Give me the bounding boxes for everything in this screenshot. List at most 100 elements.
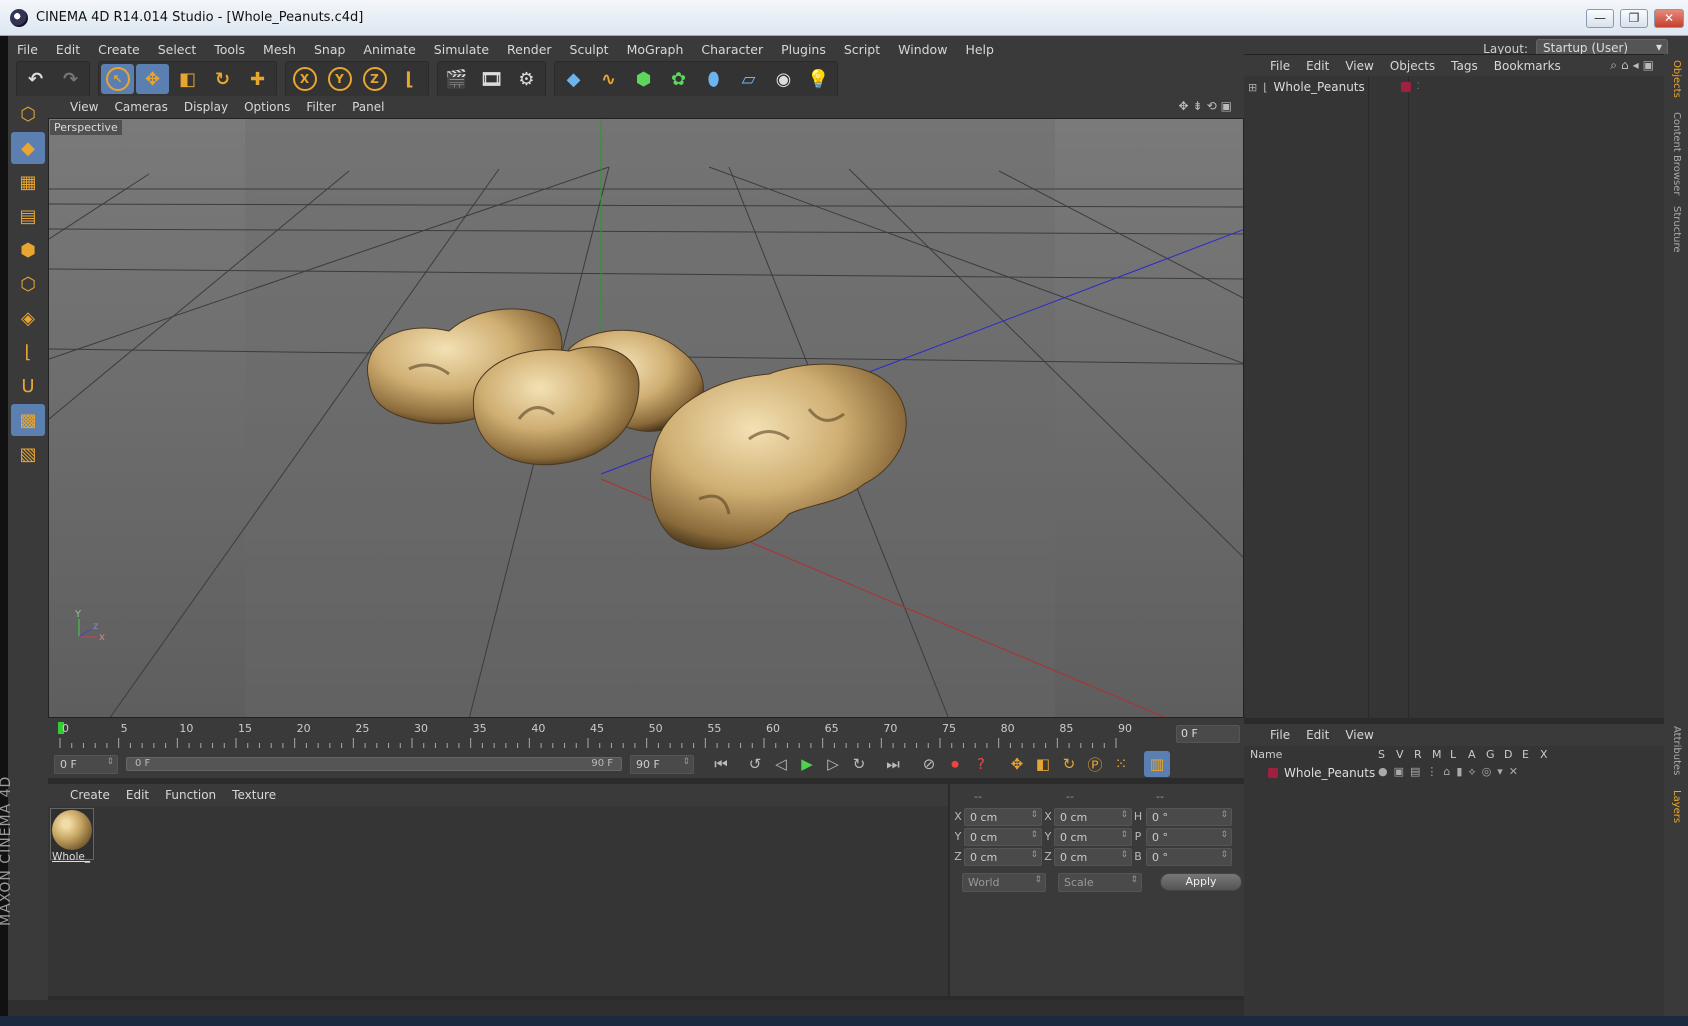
menu-window[interactable]: Window <box>889 42 956 57</box>
play-icon[interactable]: ▶ <box>794 751 820 777</box>
previous-key-icon[interactable]: ↺ <box>742 751 768 777</box>
key-pla-icon[interactable]: ⁙ <box>1108 751 1134 777</box>
objects-menu-edit[interactable]: Edit <box>1298 59 1337 73</box>
menu-render[interactable]: Render <box>498 42 561 57</box>
go-to-start-icon[interactable]: ⏮ <box>708 751 734 777</box>
layer-name[interactable]: Whole_Peanuts <box>1284 766 1375 780</box>
material-menu-texture[interactable]: Texture <box>224 788 284 802</box>
current-frame-field[interactable]: 0 F <box>1176 725 1240 743</box>
expand-icon[interactable]: ⊞ <box>1248 81 1257 94</box>
maximize-button[interactable]: ❐ <box>1620 9 1648 28</box>
object-name[interactable]: Whole_Peanuts <box>1274 80 1365 94</box>
go-to-end-icon[interactable]: ⏭ <box>880 751 906 777</box>
position-y-field[interactable]: 0 cm <box>964 828 1042 846</box>
menu-file[interactable]: File <box>8 42 47 57</box>
keyframe-selection-icon[interactable]: ? <box>968 751 994 777</box>
points-mode-icon[interactable]: ⬢ <box>11 234 45 266</box>
recent-tool-icon[interactable]: ✚ <box>241 64 274 94</box>
next-frame-icon[interactable]: ▷ <box>820 751 846 777</box>
menu-mograph[interactable]: MoGraph <box>618 42 693 57</box>
redo-icon[interactable]: ↷ <box>54 64 87 94</box>
objects-menu-file[interactable]: File <box>1244 59 1298 73</box>
move-tool-icon[interactable]: ✥ <box>136 64 169 94</box>
rotation-b-field[interactable]: 0 ° <box>1146 848 1232 866</box>
deformer-icon[interactable]: ⬮ <box>697 64 730 94</box>
y-axis-lock-icon[interactable]: Y <box>323 64 356 94</box>
floor-icon[interactable]: ▱ <box>732 64 765 94</box>
scale-tool-icon[interactable]: ◧ <box>171 64 204 94</box>
model-mode-icon[interactable]: ◆ <box>11 132 45 164</box>
rotate-tool-icon[interactable]: ↻ <box>206 64 239 94</box>
position-x-field[interactable]: 0 cm <box>964 808 1042 826</box>
z-axis-lock-icon[interactable]: Z <box>358 64 391 94</box>
side-tab-content-browser[interactable]: Content Browser <box>1671 112 1682 195</box>
close-button[interactable]: ✕ <box>1654 9 1684 28</box>
coord-mode-dropdown[interactable]: World <box>962 873 1046 892</box>
key-parameter-icon[interactable]: Ⓟ <box>1082 751 1108 777</box>
preview-range-slider[interactable]: 0 F 90 F <box>126 757 622 771</box>
side-tab-layers[interactable]: Layers <box>1671 790 1682 823</box>
perspective-viewport[interactable]: Y x z Perspective <box>48 118 1244 718</box>
material-menu-create[interactable]: Create <box>48 788 118 802</box>
viewport-menu-options[interactable]: Options <box>236 100 298 114</box>
live-selection-icon[interactable]: ↖ <box>101 64 134 94</box>
x-axis-lock-icon[interactable]: X <box>288 64 321 94</box>
next-key-icon[interactable]: ↻ <box>846 751 872 777</box>
layers-menu-file[interactable]: File <box>1244 728 1298 742</box>
menu-snap[interactable]: Snap <box>305 42 354 57</box>
menu-create[interactable]: Create <box>89 42 149 57</box>
objects-menu-view[interactable]: View <box>1337 59 1381 73</box>
minimize-button[interactable]: — <box>1586 9 1614 28</box>
key-position-icon[interactable]: ✥ <box>1004 751 1030 777</box>
layer-color-swatch[interactable] <box>1268 768 1278 778</box>
spline-pen-icon[interactable]: ∿ <box>592 64 625 94</box>
layer-row[interactable]: Whole_Peanuts ●▣▤⋮⌂▮⟡◎▾✕ <box>1244 764 1664 782</box>
timeline-ruler[interactable]: 0 5 10 15 20 25 30 35 40 45 50 55 60 65 70 75 80 85 90 0 F <box>48 718 1244 750</box>
size-z-field[interactable]: 0 cm <box>1054 848 1132 866</box>
layer-toggle-icons[interactable]: ●▣▤⋮⌂▮⟡◎▾✕ <box>1378 765 1524 779</box>
size-x-field[interactable]: 0 cm <box>1054 808 1132 826</box>
menu-simulate[interactable]: Simulate <box>425 42 498 57</box>
menu-mesh[interactable]: Mesh <box>254 42 305 57</box>
end-frame-field[interactable]: 90 F <box>630 754 694 774</box>
timeline-window-icon[interactable]: ▥ <box>1144 751 1170 777</box>
side-tab-attributes[interactable]: Attributes <box>1671 726 1682 775</box>
render-picture-viewer-icon[interactable]: 🎞 <box>475 64 508 94</box>
layers-menu-edit[interactable]: Edit <box>1298 728 1337 742</box>
make-editable-icon[interactable]: ⬡ <box>11 98 45 130</box>
cube-icon[interactable]: ◆ <box>557 64 590 94</box>
side-tab-structure[interactable]: Structure <box>1671 206 1682 253</box>
viewport-menu-filter[interactable]: Filter <box>298 100 344 114</box>
texture-mode-icon[interactable]: ▦ <box>11 166 45 198</box>
material-swatch[interactable]: Whole_ <box>50 808 94 863</box>
menu-character[interactable]: Character <box>692 42 772 57</box>
side-tab-objects[interactable]: Objects <box>1671 60 1682 98</box>
workplane-rotate-icon[interactable]: ▧ <box>11 438 45 470</box>
snap-magnet-icon[interactable]: U <box>11 370 45 402</box>
viewport-nav-icons[interactable]: ✥⇟⟲▣ <box>1178 99 1236 113</box>
position-z-field[interactable]: 0 cm <box>964 848 1042 866</box>
rotation-p-field[interactable]: 0 ° <box>1146 828 1232 846</box>
menu-sculpt[interactable]: Sculpt <box>561 42 618 57</box>
visibility-dots-icon[interactable]: ⁚ <box>1417 82 1420 92</box>
undo-icon[interactable]: ↶ <box>19 64 52 94</box>
objects-search-icon[interactable]: ⌕⌂◂▣ <box>1610 58 1658 73</box>
menu-script[interactable]: Script <box>835 42 889 57</box>
material-menu-edit[interactable]: Edit <box>118 788 157 802</box>
workplane-mode-icon[interactable]: ▤ <box>11 200 45 232</box>
layer-color-tag[interactable] <box>1400 82 1411 92</box>
apply-button[interactable]: Apply <box>1160 873 1242 891</box>
key-scale-icon[interactable]: ◧ <box>1030 751 1056 777</box>
rotation-h-field[interactable]: 0 ° <box>1146 808 1232 826</box>
menu-select[interactable]: Select <box>149 42 206 57</box>
objects-menu-bookmarks[interactable]: Bookmarks <box>1486 59 1569 73</box>
key-rotation-icon[interactable]: ↻ <box>1056 751 1082 777</box>
viewport-menu-view[interactable]: View <box>48 100 106 114</box>
polygons-mode-icon[interactable]: ◈ <box>11 302 45 334</box>
layers-menu-view[interactable]: View <box>1337 728 1381 742</box>
array-icon[interactable]: ✿ <box>662 64 695 94</box>
menu-animate[interactable]: Animate <box>354 42 424 57</box>
camera-icon[interactable]: ◉ <box>767 64 800 94</box>
material-menu-function[interactable]: Function <box>157 788 224 802</box>
coordinate-system-icon[interactable]: ⌊ <box>393 64 426 94</box>
